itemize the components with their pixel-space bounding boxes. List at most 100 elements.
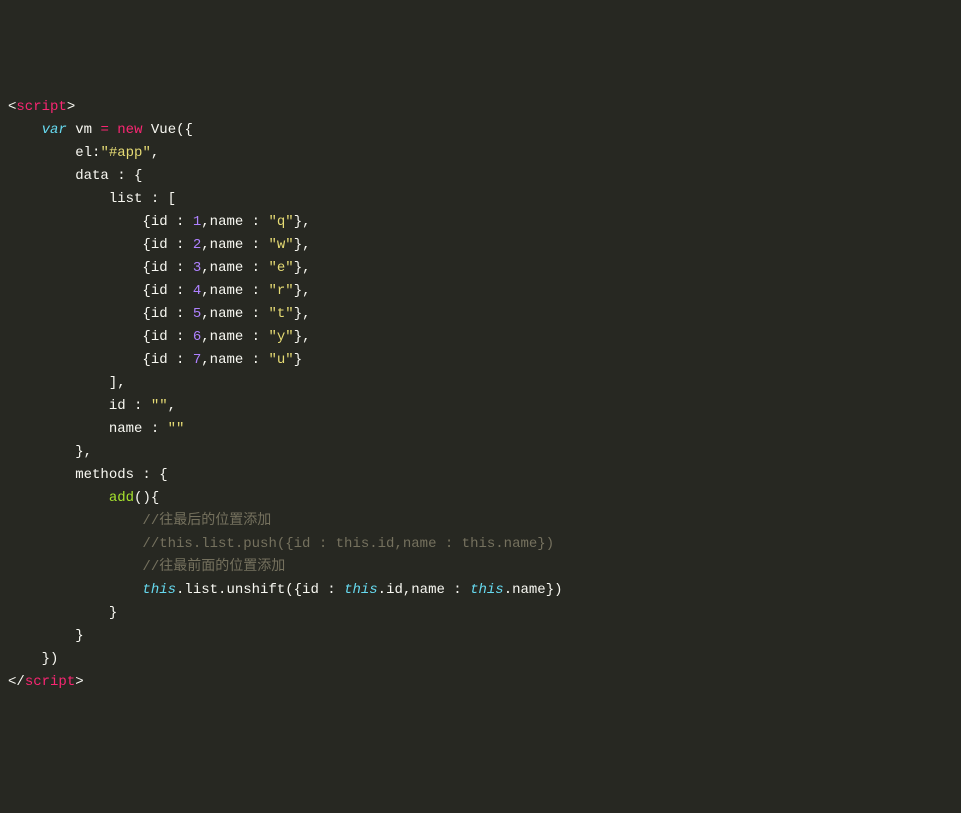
comment-1: //往最后的位置添加	[142, 513, 271, 529]
item-open: {	[142, 237, 150, 253]
colon: :	[168, 283, 193, 299]
item-close: }	[294, 352, 302, 368]
name-val: "q"	[269, 214, 294, 230]
item-close: },	[294, 214, 311, 230]
colon: :	[168, 260, 193, 276]
name-key: name	[210, 352, 244, 368]
new-keyword: new	[117, 122, 142, 138]
colon: :	[168, 329, 193, 345]
name-key: name	[210, 329, 244, 345]
data-prop: data	[75, 168, 109, 184]
colon: :	[168, 214, 193, 230]
name-val: "r"	[269, 283, 294, 299]
script-open-tag: script	[16, 99, 66, 115]
comma: ,	[201, 214, 209, 230]
name-key: name	[210, 214, 244, 230]
name-val: "e"	[269, 260, 294, 276]
script-close-tag: script	[25, 674, 75, 690]
this-3: this	[470, 582, 504, 598]
brace-close: }	[109, 605, 117, 621]
colon: :	[168, 306, 193, 322]
comma: ,	[201, 352, 209, 368]
id-prop: id	[109, 398, 126, 414]
id-val: 5	[193, 306, 201, 322]
brace-close: }	[75, 628, 83, 644]
item-open: {	[142, 329, 150, 345]
id-val: 4	[193, 283, 201, 299]
colon-brace: : {	[109, 168, 143, 184]
id-key: id	[151, 283, 168, 299]
item-open: {	[142, 283, 150, 299]
name-val: "w"	[269, 237, 294, 253]
comma: ,	[201, 237, 209, 253]
id-val: 7	[193, 352, 201, 368]
angle-close: >	[67, 99, 75, 115]
item-close: },	[294, 306, 311, 322]
colon-brace: : {	[134, 467, 168, 483]
colon: :	[142, 421, 167, 437]
el-prop: el	[75, 145, 92, 161]
name-prop-val: ""	[168, 421, 185, 437]
name-part: .name})	[504, 582, 563, 598]
colon: :	[126, 398, 151, 414]
comma: ,	[201, 329, 209, 345]
name-key: name	[210, 260, 244, 276]
comma: ,	[168, 398, 176, 414]
comma: ,	[151, 145, 159, 161]
comma: ,	[201, 283, 209, 299]
angle-close: >	[75, 674, 83, 690]
id-key: id	[151, 329, 168, 345]
name-key: name	[210, 306, 244, 322]
name-key: name	[210, 283, 244, 299]
add-method: add	[109, 490, 134, 506]
id-key: id	[151, 306, 168, 322]
methods-prop: methods	[75, 467, 134, 483]
equals-op: =	[100, 122, 108, 138]
brace-close: },	[75, 444, 92, 460]
el-value: "#app"	[100, 145, 150, 161]
list-unshift: .list.unshift({id :	[176, 582, 344, 598]
colon: :	[243, 329, 268, 345]
id-val: 3	[193, 260, 201, 276]
item-close: },	[294, 260, 311, 276]
colon: :	[243, 283, 268, 299]
id-key: id	[151, 214, 168, 230]
item-open: {	[142, 260, 150, 276]
parens-brace: (){	[134, 490, 159, 506]
var-keyword: var	[42, 122, 67, 138]
comma: ,	[201, 306, 209, 322]
angle-open-slash: </	[8, 674, 25, 690]
id-prop-val: ""	[151, 398, 168, 414]
comment-2: //this.list.push({id : this.id,name : th…	[142, 536, 554, 552]
colon: :	[243, 352, 268, 368]
id-key: id	[151, 260, 168, 276]
this-2: this	[344, 582, 378, 598]
paren-brace: ({	[176, 122, 193, 138]
colon: :	[243, 237, 268, 253]
item-open: {	[142, 214, 150, 230]
vm-var: vm	[75, 122, 92, 138]
name-key: name	[210, 237, 244, 253]
name-val: "t"	[269, 306, 294, 322]
id-val: 2	[193, 237, 201, 253]
colon: :	[168, 237, 193, 253]
vue-class: Vue	[151, 122, 176, 138]
item-close: },	[294, 329, 311, 345]
bracket-close: ],	[109, 375, 126, 391]
id-key: id	[151, 352, 168, 368]
item-open: {	[142, 352, 150, 368]
id-val: 6	[193, 329, 201, 345]
colon: :	[168, 352, 193, 368]
code-editor[interactable]: <script> var vm = new Vue({ el:"#app", d…	[8, 96, 953, 694]
id-part: .id,name :	[378, 582, 470, 598]
colon: :	[243, 306, 268, 322]
colon: :	[243, 214, 268, 230]
id-val: 1	[193, 214, 201, 230]
close-paren-brace: })	[42, 651, 59, 667]
item-close: },	[294, 283, 311, 299]
name-val: "u"	[269, 352, 294, 368]
name-prop: name	[109, 421, 143, 437]
item-close: },	[294, 237, 311, 253]
name-val: "y"	[269, 329, 294, 345]
list-prop: list	[109, 191, 143, 207]
